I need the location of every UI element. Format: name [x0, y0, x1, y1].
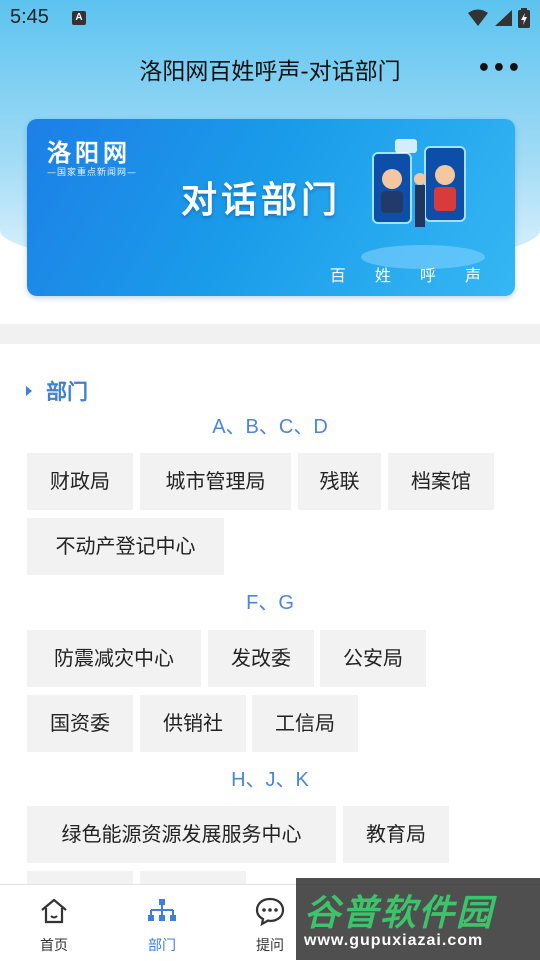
battery-icon [518, 8, 530, 28]
system-icons [468, 8, 530, 28]
dept-chip[interactable]: 教育局 [343, 806, 449, 863]
tab-label: 首页 [40, 938, 68, 954]
dept-chip[interactable]: 档案馆 [388, 453, 494, 510]
dept-chip[interactable]: 财政局 [27, 453, 133, 510]
section-title: 部门 [46, 380, 88, 404]
watermark: 谷普软件园 www.gupuxiazai.com [296, 878, 540, 960]
banner-subtitle: 百 姓 呼 声 [329, 266, 493, 285]
watermark-url: www.gupuxiazai.com [304, 932, 484, 949]
wifi-icon [468, 9, 488, 26]
group-label-hjk: H、J、K [231, 769, 309, 791]
dept-chip[interactable]: 工信局 [252, 695, 358, 752]
status-bar: 5:45 A [0, 0, 540, 38]
signal-icon [495, 10, 512, 26]
title-bar: 洛阳网百姓呼声-对话部门 ••• [0, 46, 540, 90]
section-divider [0, 324, 540, 344]
dept-chip[interactable]: 城市管理局 [140, 453, 291, 510]
dept-chip[interactable]: 防震减灾中心 [27, 630, 201, 687]
chat-icon [255, 897, 285, 927]
group-label-abcd: A、B、C、D [212, 416, 328, 438]
dept-chip[interactable]: 不动产登记中心 [27, 518, 224, 575]
banner-logo: 洛阳网 [47, 138, 131, 167]
dept-chip[interactable]: 残联 [298, 453, 381, 510]
page-title: 洛阳网百姓呼声-对话部门 [139, 59, 401, 85]
banner[interactable]: 洛阳网 —国家重点新闻网— 对话部门 百 姓 呼 声 [27, 119, 515, 296]
org-chart-icon [148, 899, 176, 921]
a-icon: A [72, 11, 86, 25]
tab-label: 部门 [148, 938, 176, 954]
watermark-logo: 谷普软件园 [304, 893, 495, 934]
dept-chip[interactable]: 公安局 [320, 630, 426, 687]
banner-title: 对话部门 [181, 180, 342, 221]
dept-chip[interactable]: 绿色能源资源发展服务中心 [27, 806, 336, 863]
group-label-fg: F、G [246, 592, 294, 614]
banner-logo-subtitle: —国家重点新闻网— [47, 168, 138, 178]
tab-departments[interactable]: 部门 [108, 885, 216, 961]
dialogue-illustration [361, 139, 485, 269]
dept-chip[interactable]: 供销社 [140, 695, 246, 752]
home-icon [41, 898, 67, 924]
tab-home[interactable]: 首页 [0, 885, 108, 961]
dept-chip[interactable]: 国资委 [27, 695, 133, 752]
dept-chip[interactable]: 发改委 [208, 630, 314, 687]
section-header: 部门 [26, 376, 88, 406]
triangle-right-icon [26, 386, 32, 396]
status-time: 5:45 [10, 6, 49, 28]
more-icon[interactable]: ••• [477, 56, 522, 81]
